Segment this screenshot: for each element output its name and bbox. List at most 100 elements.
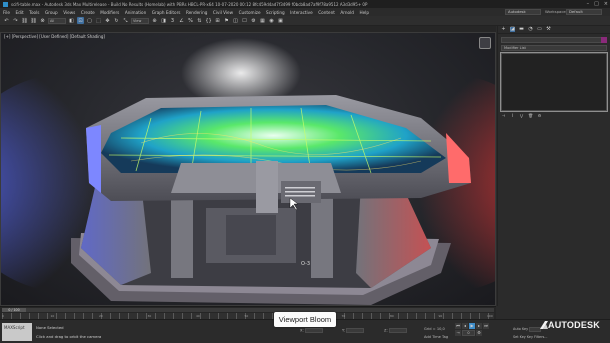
timeline-tick-label: 90 <box>438 314 443 318</box>
hierarchy-tab-icon[interactable]: ▬ <box>519 27 524 32</box>
make-unique-icon[interactable]: ⋁ <box>519 113 524 118</box>
go-to-start-icon[interactable]: ⏮ <box>455 323 461 329</box>
x-label: X: <box>300 328 304 333</box>
toolbar-button-0-icon[interactable]: ↶ <box>3 17 10 24</box>
go-to-end-icon[interactable]: ⏭ <box>483 323 489 329</box>
user-account-dropdown[interactable]: Autodesk <box>505 9 541 15</box>
toolbar-button-11-icon[interactable]: ↻ <box>113 17 120 24</box>
remove-modifier-icon[interactable]: 🗑 <box>528 113 533 118</box>
toolbar-button-20-icon[interactable]: {} <box>205 17 212 24</box>
command-panel: + ◪ ▬ ◔ ▭ ⚒ Modifier List ⊣ Ⅰ ⋁ 🗑 ⚙ <box>497 26 610 306</box>
timeline-tick-label: 0 <box>2 314 4 318</box>
toolbar-button-3-icon[interactable]: ⛓ <box>30 17 37 24</box>
timeline-tick-label: 20 <box>99 314 103 318</box>
toolbar-button-24-icon[interactable]: ☐ <box>241 17 248 24</box>
menu-animation[interactable]: Animation <box>125 10 146 15</box>
perspective-viewport[interactable]: [+] [Perspective] [User Defined] [Defaul… <box>0 32 496 306</box>
modifier-list-dropdown[interactable]: Modifier List <box>501 45 607 51</box>
menu-file[interactable]: File <box>3 10 10 15</box>
toolbar-button-6-icon[interactable]: ◧ <box>68 17 75 24</box>
modifier-stack[interactable] <box>500 52 608 112</box>
toolbar-button-4-icon[interactable]: ⊗ <box>39 17 46 24</box>
close-icon[interactable]: × <box>604 1 608 7</box>
timeline-tick-label: 50 <box>244 314 249 318</box>
menu-help[interactable]: Help <box>359 10 369 15</box>
toolbar-button-10-icon[interactable]: ✥ <box>104 17 111 24</box>
toolbar-button-17-icon[interactable]: ∠ <box>178 17 185 24</box>
next-frame-icon[interactable]: ▸ <box>476 323 482 329</box>
toolbar-button-2-icon[interactable]: ⛓ <box>21 17 28 24</box>
grid-size: Grid = 10,0 <box>424 327 445 331</box>
maxscript-listener[interactable]: MAXScript <box>2 323 32 341</box>
menu-group[interactable]: Group <box>45 10 58 15</box>
toolbar-button-19-icon[interactable]: ⇅ <box>196 17 203 24</box>
toolbar-button-9-icon[interactable]: ⬚ <box>95 17 102 24</box>
menu-create[interactable]: Create <box>81 10 95 15</box>
menu-arnold[interactable]: Arnold <box>340 10 354 15</box>
y-coordinate: Y: <box>342 328 364 333</box>
configure-sets-icon[interactable]: ⚙ <box>537 113 542 118</box>
motion-tab-icon[interactable]: ◔ <box>528 27 533 32</box>
set-key-button[interactable]: Set Key <box>513 335 526 339</box>
toolbar-button-27-icon[interactable]: ◉ <box>268 17 275 24</box>
object-color-swatch[interactable] <box>601 37 607 43</box>
modify-tab-icon[interactable]: ◪ <box>510 27 515 32</box>
menu-tools[interactable]: Tools <box>29 10 39 15</box>
toolbar-button-25-icon[interactable]: ⚙ <box>250 17 257 24</box>
toolbar-button-28-icon[interactable]: ▣ <box>277 17 284 24</box>
menu-rendering[interactable]: Rendering <box>186 10 207 15</box>
viewport-label[interactable]: [+] [Perspective] [User Defined] [Defaul… <box>4 34 105 39</box>
toolbar-button-21-icon[interactable]: ⊞ <box>214 17 221 24</box>
toolbar-button-7-icon[interactable]: ⊡ <box>77 17 84 24</box>
time-slider[interactable]: 0 / 100 <box>2 308 26 312</box>
menu-graph-editors[interactable]: Graph Editors <box>152 10 181 15</box>
x-field[interactable] <box>304 328 323 333</box>
scifi-table-render: O-3 <box>1 38 495 305</box>
menu-scripting[interactable]: Scripting <box>266 10 285 15</box>
reference-coord-dropdown[interactable]: View <box>131 17 149 24</box>
play-icon[interactable]: ▶ <box>469 323 475 329</box>
menu-interactive[interactable]: Interactive <box>290 10 313 15</box>
workspace-dropdown[interactable]: Default <box>566 9 602 15</box>
toolbar-button-14-icon[interactable]: ⊕ <box>151 17 158 24</box>
toolbar-button-16-icon[interactable]: 3 <box>169 17 176 24</box>
show-end-result-icon[interactable]: Ⅰ <box>510 113 515 118</box>
object-name-field[interactable] <box>501 37 607 43</box>
auto-key-button[interactable]: Auto Key <box>513 327 528 331</box>
stack-tools: ⊣ Ⅰ ⋁ 🗑 ⚙ <box>498 111 610 120</box>
menu-civil-view[interactable]: Civil View <box>213 10 233 15</box>
menu-content[interactable]: Content <box>318 10 335 15</box>
menu-modifiers[interactable]: Modifiers <box>100 10 119 15</box>
utilities-tab-icon[interactable]: ⚒ <box>546 27 551 32</box>
menu-customize[interactable]: Customize <box>239 10 261 15</box>
minimize-icon[interactable]: – <box>587 1 590 7</box>
time-slider-track[interactable] <box>2 308 494 312</box>
timeline-tick-label: 70 <box>341 314 346 318</box>
toolbar-button-26-icon[interactable]: ▦ <box>259 17 266 24</box>
toolbar-button-22-icon[interactable]: ⚑ <box>223 17 230 24</box>
current-frame-field[interactable]: 0 <box>462 330 475 336</box>
previous-frame-icon[interactable]: ◂ <box>462 323 468 329</box>
toolbar-button-15-icon[interactable]: ◨ <box>160 17 167 24</box>
add-time-tag[interactable]: Add Time Tag <box>424 335 448 339</box>
video-caption: Viewport Bloom <box>274 312 336 327</box>
menu-views[interactable]: Views <box>63 10 75 15</box>
time-slider-area: 0 / 100 0102030405060708090100 <box>0 306 496 319</box>
z-field[interactable] <box>388 328 407 333</box>
key-filters-button[interactable]: Key Filters... <box>527 335 548 339</box>
toolbar-button-1-icon[interactable]: ↷ <box>12 17 19 24</box>
display-tab-icon[interactable]: ▭ <box>537 27 542 32</box>
y-field[interactable] <box>345 328 364 333</box>
maximize-icon[interactable]: □ <box>594 1 599 7</box>
create-tab-icon[interactable]: + <box>501 27 506 32</box>
pin-stack-icon[interactable]: ⊣ <box>501 113 506 118</box>
toolbar-button-8-icon[interactable]: ▢ <box>86 17 93 24</box>
toolbar-button-23-icon[interactable]: ◫ <box>232 17 239 24</box>
viewcube-icon[interactable] <box>479 37 491 49</box>
toolbar-button-18-icon[interactable]: % <box>187 17 194 24</box>
key-mode-icon[interactable]: ⊸ <box>455 330 461 336</box>
time-config-icon[interactable]: ⚙ <box>476 330 482 336</box>
toolbar-button-12-icon[interactable]: ⤡ <box>122 17 129 24</box>
menu-edit[interactable]: Edit <box>16 10 24 15</box>
selection-filter-dropdown[interactable]: All <box>48 17 66 24</box>
